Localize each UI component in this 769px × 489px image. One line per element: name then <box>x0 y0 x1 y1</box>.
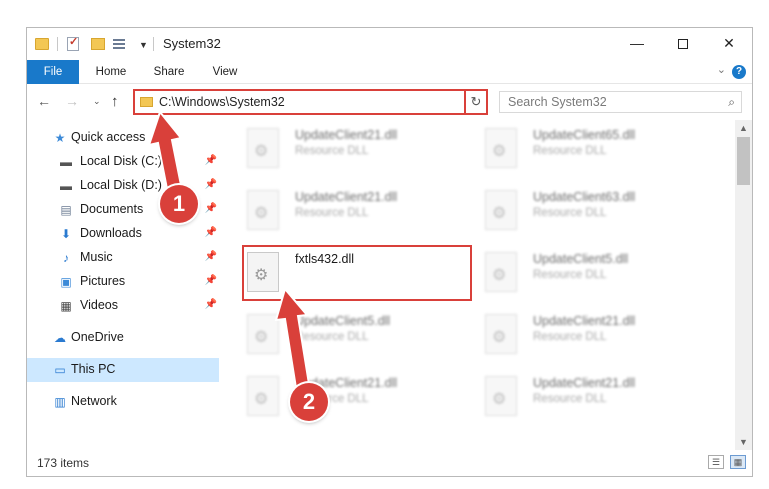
step-2-badge: 2 <box>290 383 328 421</box>
arrow-1 <box>147 109 184 196</box>
step-1-badge: 1 <box>160 185 198 223</box>
annotation-arrows <box>147 109 311 390</box>
arrow-2 <box>274 286 311 390</box>
